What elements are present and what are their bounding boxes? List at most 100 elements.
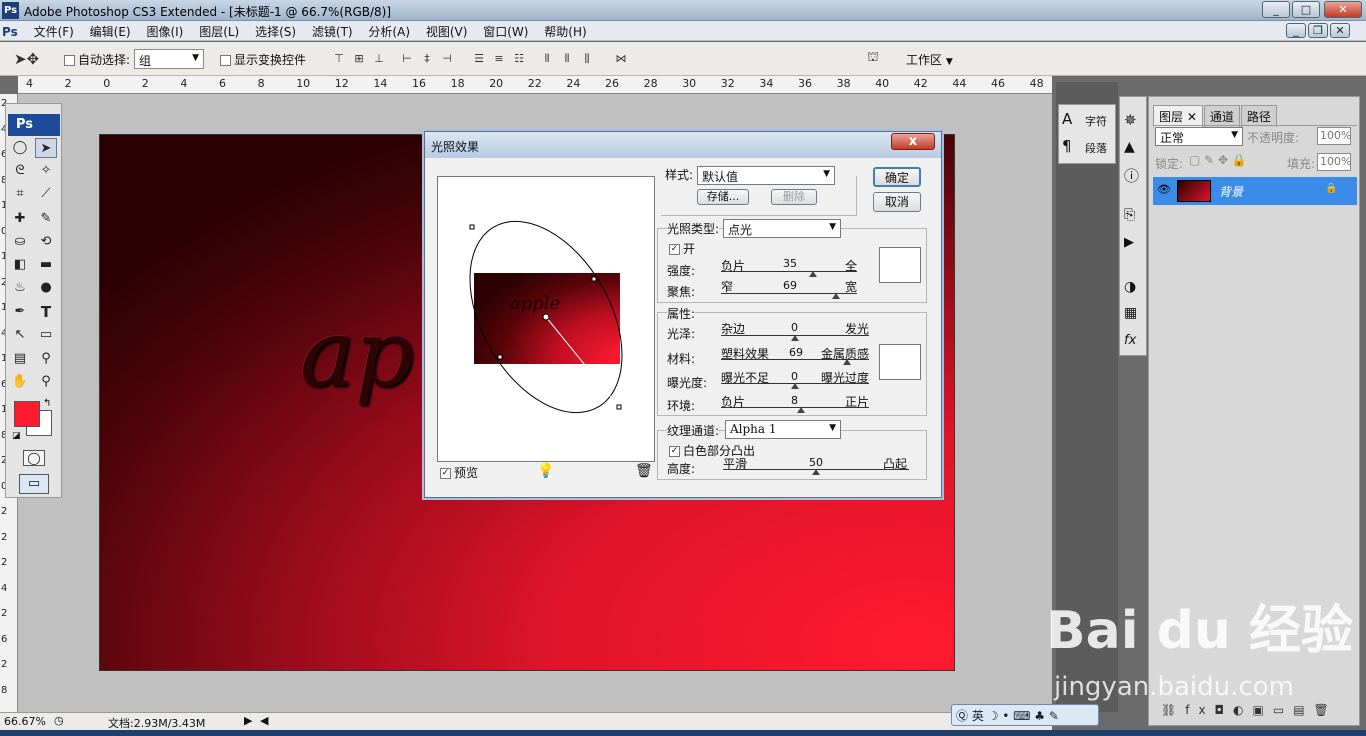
eraser-tool-icon[interactable]: ◧ [9, 255, 31, 275]
height-slider-thumb[interactable] [812, 469, 820, 475]
light-on-option[interactable]: ✓ 开 [669, 240, 695, 257]
menu-file[interactable]: 文件(F) [28, 21, 80, 42]
ime-toolbar[interactable]: Ⓠ 英 ☽ • ⌨ ♣ ✎ [951, 704, 1099, 726]
ime-lang[interactable]: 英 [972, 709, 984, 723]
gloss-slider-thumb[interactable] [791, 335, 799, 341]
zoom-level[interactable]: 66.67% [4, 715, 46, 728]
exposure-slider-thumb[interactable] [791, 383, 799, 389]
tab-layers[interactable]: 图层 ✕ [1153, 105, 1203, 127]
distribute-left-icon[interactable]: ⫴ [538, 51, 556, 67]
menu-help[interactable]: 帮助(H) [538, 21, 592, 42]
auto-select-dropdown[interactable]: 组 ▼ [134, 49, 204, 69]
default-colors-icon[interactable]: ◪ [12, 431, 21, 441]
zoom-tool-icon[interactable]: ⚲ [35, 372, 57, 392]
intensity-slider-track[interactable] [721, 271, 857, 272]
align-top-icon[interactable]: ⊤ [330, 51, 348, 67]
layer-row-background[interactable]: 👁 背景 🔒 [1153, 177, 1357, 205]
info-icon[interactable]: ⓘ [1124, 165, 1139, 186]
menu-image[interactable]: 图像(I) [140, 21, 189, 42]
cancel-button[interactable]: 取消 [873, 192, 921, 212]
light-on-checkbox[interactable]: ✓ [669, 244, 680, 255]
ambience-slider-track[interactable] [721, 407, 869, 408]
history-icon[interactable]: ⎘ [1124, 207, 1135, 223]
ok-button[interactable]: 确定 [873, 167, 921, 187]
align-bottom-icon[interactable]: ⊥ [370, 51, 388, 67]
ambience-slider-thumb[interactable] [797, 407, 805, 413]
ime-tools-icons[interactable]: ☽ • ⌨ ♣ ✎ [988, 709, 1059, 723]
status-menu-arrow-icon[interactable]: ▶ [244, 714, 252, 727]
menu-view[interactable]: 视图(V) [420, 21, 474, 42]
menu-analysis[interactable]: 分析(A) [362, 21, 416, 42]
minimize-button[interactable]: _ [1262, 1, 1290, 18]
intensity-slider-thumb[interactable] [809, 271, 817, 277]
path-select-icon[interactable]: ↖ [9, 325, 31, 345]
doc-close-button[interactable]: ✕ [1330, 23, 1350, 38]
light-bulb-icon[interactable]: 💡 [537, 463, 554, 479]
light-color-swatch[interactable] [879, 247, 921, 283]
show-transform-checkbox[interactable] [220, 55, 231, 66]
lasso-tool-icon[interactable]: ᘓ [9, 161, 31, 181]
styles-icon[interactable]: fx [1124, 333, 1136, 348]
menu-window[interactable]: 窗口(W) [477, 21, 534, 42]
menu-layer[interactable]: 图层(L) [193, 21, 245, 42]
quick-mask-icon[interactable]: ◯ [23, 450, 45, 466]
auto-align-icon[interactable]: ⋈ [612, 51, 630, 67]
tab-paths[interactable]: 路径 [1240, 105, 1277, 127]
hand-tool-icon[interactable]: ✋ [9, 372, 31, 392]
align-vcenter-icon[interactable]: ⊞ [350, 51, 368, 67]
eye-icon[interactable]: 👁 [1157, 183, 1171, 196]
swatches-icon[interactable]: ▦ [1124, 305, 1137, 321]
fill-input[interactable]: 100% [1317, 153, 1351, 171]
close-button[interactable]: ✕ [1324, 1, 1362, 18]
distribute-vcenter-icon[interactable]: ≡ [490, 51, 508, 67]
status-info-icon[interactable]: ◷ [54, 714, 64, 727]
ambient-color-swatch[interactable] [879, 344, 921, 380]
auto-select-checkbox[interactable] [64, 55, 75, 66]
dialog-close-button[interactable]: x [891, 133, 935, 150]
character-label[interactable]: 字符 [1085, 113, 1107, 129]
auto-select-option[interactable]: 自动选择: [64, 51, 130, 68]
character-icon[interactable]: A [1062, 110, 1072, 128]
move-tool-icon[interactable]: ➤ [35, 138, 57, 158]
color-icon[interactable]: ◑ [1124, 279, 1136, 295]
paragraph-label[interactable]: 段落 [1085, 140, 1107, 156]
swap-colors-icon[interactable]: ↰ [43, 398, 51, 409]
tab-channels[interactable]: 通道 [1203, 105, 1240, 127]
gradient-tool-icon[interactable]: ▬ [35, 255, 57, 275]
history-brush-icon[interactable]: ⟲ [35, 232, 57, 252]
doc-restore-button[interactable]: ❐ [1308, 23, 1328, 38]
align-left-icon[interactable]: ⊢ [398, 51, 416, 67]
pen-tool-icon[interactable]: ✒ [9, 302, 31, 322]
scroll-left-icon[interactable]: ◀ [260, 714, 268, 727]
lock-icons[interactable]: ▢ ✎ ✥ 🔒 [1189, 153, 1247, 167]
opacity-input[interactable]: 100% [1317, 127, 1351, 145]
marquee-tool-icon[interactable]: ◯ [9, 138, 31, 158]
paragraph-icon[interactable]: ¶ [1062, 137, 1072, 155]
layer-actions-icons[interactable]: ⛓fx◘◐▣▭▤🗑 [1161, 703, 1338, 717]
shape-tool-icon[interactable]: ▭ [35, 325, 57, 345]
doc-minimize-button[interactable]: _ [1286, 23, 1306, 38]
material-slider-thumb[interactable] [843, 359, 851, 365]
preview-checkbox[interactable]: ✓ [440, 468, 451, 479]
stamp-tool-icon[interactable]: ⛀ [9, 232, 31, 252]
workspace-menu[interactable]: 工作区 ▼ [906, 51, 953, 68]
ime-logo-icon[interactable]: Ⓠ [956, 709, 968, 723]
bridge-icon[interactable]: ⛫ [864, 50, 882, 66]
show-transform-option[interactable]: 显示变换控件 [220, 51, 306, 68]
trash-icon[interactable]: 🗑 [635, 463, 653, 479]
healing-brush-icon[interactable]: ✚ [9, 209, 31, 229]
screen-mode-icon[interactable]: ▭ [19, 474, 49, 494]
blend-mode-dropdown[interactable]: 正常 [1155, 127, 1243, 146]
light-ellipse-overlay[interactable] [438, 177, 654, 461]
brush-tool-icon[interactable]: ✎ [35, 209, 57, 229]
focus-slider-thumb[interactable] [832, 293, 840, 299]
type-tool-icon[interactable]: T [35, 302, 57, 322]
histogram-icon[interactable]: ▲ [1124, 139, 1135, 155]
maximize-button[interactable]: □ [1292, 1, 1320, 18]
actions-icon[interactable]: ▶ [1124, 235, 1134, 250]
move-tool-icon[interactable]: ➤✥ [14, 51, 39, 67]
menu-select[interactable]: 选择(S) [249, 21, 302, 42]
eyedropper-icon[interactable]: ⚲ [35, 349, 57, 369]
distribute-top-icon[interactable]: ☰ [470, 51, 488, 67]
align-right-icon[interactable]: ⊣ [438, 51, 456, 67]
